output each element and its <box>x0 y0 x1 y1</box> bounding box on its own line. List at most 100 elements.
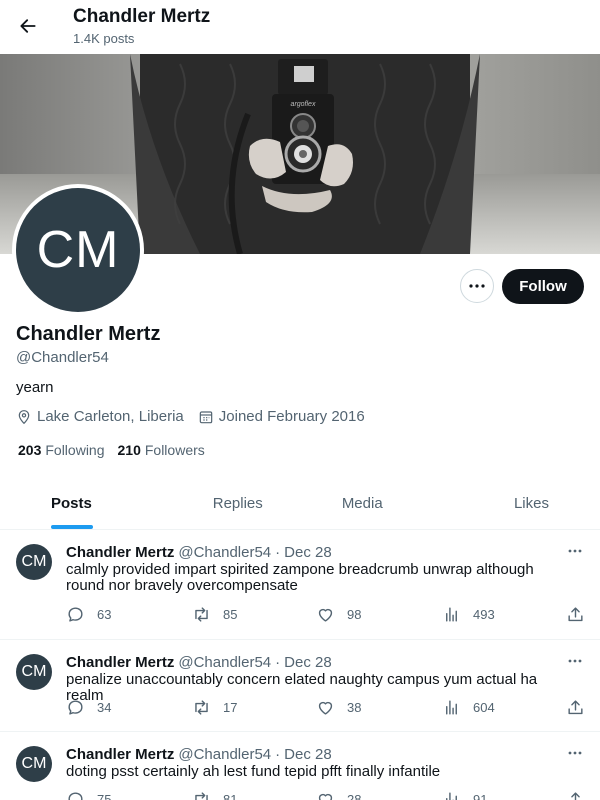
views-button[interactable]: 604 <box>442 698 495 717</box>
header-title: Chandler Mertz <box>73 6 211 27</box>
repost-icon <box>195 792 208 800</box>
post-more-button[interactable] <box>566 544 584 558</box>
like-button[interactable]: 38 <box>316 698 361 717</box>
repost-count: 81 <box>223 792 238 800</box>
views-count: 493 <box>473 607 495 622</box>
repost-button[interactable]: 85 <box>192 605 237 624</box>
reply-count: 63 <box>97 607 112 622</box>
like-button[interactable]: 98 <box>316 605 361 624</box>
post-separator: · <box>275 746 281 763</box>
profile-meta: Lake Carleton, Liberia Joined February 2… <box>16 408 379 425</box>
profile-avatar-initials: CM <box>16 188 140 312</box>
ellipsis-icon <box>568 549 582 553</box>
top-bar: Chandler Mertz 1.4K posts <box>0 0 600 54</box>
tab-likes[interactable]: Likes <box>425 478 600 529</box>
more-options-button[interactable] <box>460 269 494 303</box>
following-count: 203 <box>18 442 42 458</box>
reply-button[interactable]: 75 <box>66 790 111 800</box>
post-avatar[interactable]: CM <box>16 746 52 782</box>
share-button[interactable] <box>566 605 597 624</box>
tab-likes-label: Likes <box>513 495 549 512</box>
follow-stats: 203 Following 210 Followers <box>18 442 218 458</box>
repost-button[interactable]: 17 <box>192 698 237 717</box>
post-text: doting psst certainly ah lest fund tepid… <box>66 763 441 780</box>
reply-icon <box>68 700 83 715</box>
follow-button[interactable]: Follow <box>502 269 584 304</box>
post-author[interactable]: Chandler Mertz <box>66 544 174 561</box>
post-handle[interactable]: @Chandler54 <box>178 544 271 561</box>
views-icon <box>446 607 457 622</box>
profile-bio: yearn <box>16 379 54 396</box>
reply-count: 75 <box>97 792 112 800</box>
profile-location-text: Lake Carleton, Liberia <box>37 408 184 425</box>
tab-replies-label: Replies <box>212 495 263 512</box>
share-icon <box>568 700 583 715</box>
heart-icon <box>318 608 333 622</box>
followers-count: 210 <box>117 442 141 458</box>
profile-tabs: Posts Replies Media Likes <box>0 478 600 530</box>
map-pin-icon <box>18 409 30 424</box>
post-separator: · <box>275 544 281 561</box>
reply-button[interactable]: 63 <box>66 605 111 624</box>
profile-avatar[interactable]: CM <box>12 184 144 316</box>
back-button[interactable] <box>12 10 44 42</box>
reply-icon <box>68 607 83 622</box>
share-button[interactable] <box>566 698 597 717</box>
ellipsis-icon <box>568 659 582 663</box>
repost-count: 85 <box>223 607 238 622</box>
reply-button[interactable]: 34 <box>66 698 111 717</box>
profile-handle: @Chandler54 <box>16 349 109 366</box>
like-count: 28 <box>347 792 362 800</box>
reply-count: 34 <box>97 700 112 715</box>
views-button[interactable]: 91 <box>442 790 487 800</box>
post-handle[interactable]: @Chandler54 <box>178 654 271 671</box>
post-avatar[interactable]: CM <box>16 544 52 580</box>
share-icon <box>568 607 583 622</box>
profile-joined: Joined February 2016 <box>198 408 365 425</box>
post-item[interactable]: CM Chandler Mertz @Chandler54 · Dec 28 d… <box>0 732 600 800</box>
repost-count: 17 <box>223 700 238 715</box>
following-link[interactable]: 203 Following <box>18 442 105 458</box>
post-header: Chandler Mertz @Chandler54 · Dec 28 <box>66 654 332 671</box>
like-count: 38 <box>347 700 362 715</box>
calendar-icon <box>199 410 213 423</box>
share-button[interactable] <box>566 790 597 800</box>
views-count: 604 <box>473 700 495 715</box>
post-actions: 75 81 28 91 <box>66 790 586 800</box>
post-header: Chandler Mertz @Chandler54 · Dec 28 <box>66 544 332 561</box>
repost-icon <box>195 700 208 715</box>
tab-replies[interactable]: Replies <box>176 478 301 529</box>
followers-label: Followers <box>144 442 205 458</box>
post-item[interactable]: CM Chandler Mertz @Chandler54 · Dec 28 p… <box>0 640 600 732</box>
post-avatar[interactable]: CM <box>16 654 52 690</box>
like-count: 98 <box>347 607 362 622</box>
profile-location: Lake Carleton, Liberia <box>16 408 184 425</box>
header-post-count: 1.4K posts <box>73 31 135 46</box>
tab-media-label: Media <box>341 495 383 512</box>
followers-link[interactable]: 210 Followers <box>118 442 205 458</box>
post-text: calmly provided impart spirited zampone … <box>66 561 534 594</box>
reply-icon <box>68 792 83 800</box>
tab-media[interactable]: Media <box>300 478 425 529</box>
views-button[interactable]: 493 <box>442 605 495 624</box>
profile-name: Chandler Mertz <box>16 323 161 345</box>
ellipsis-icon <box>469 284 485 288</box>
active-tab-indicator <box>51 525 93 529</box>
post-more-button[interactable] <box>566 746 584 760</box>
post-item[interactable]: CM Chandler Mertz @Chandler54 · Dec 28 c… <box>0 530 600 640</box>
post-author[interactable]: Chandler Mertz <box>66 654 174 671</box>
post-date[interactable]: Dec 28 <box>284 654 332 671</box>
like-button[interactable]: 28 <box>316 790 361 800</box>
repost-button[interactable]: 81 <box>192 790 237 800</box>
views-icon <box>446 792 457 800</box>
views-icon <box>446 700 457 715</box>
post-more-button[interactable] <box>566 654 584 668</box>
post-date[interactable]: Dec 28 <box>284 544 332 561</box>
tab-posts-label: Posts <box>51 495 92 512</box>
tab-posts[interactable]: Posts <box>0 478 176 529</box>
post-date[interactable]: Dec 28 <box>284 746 332 763</box>
post-handle[interactable]: @Chandler54 <box>178 746 271 763</box>
repost-icon <box>195 607 208 622</box>
arrow-left-icon <box>20 19 36 33</box>
post-author[interactable]: Chandler Mertz <box>66 746 174 763</box>
